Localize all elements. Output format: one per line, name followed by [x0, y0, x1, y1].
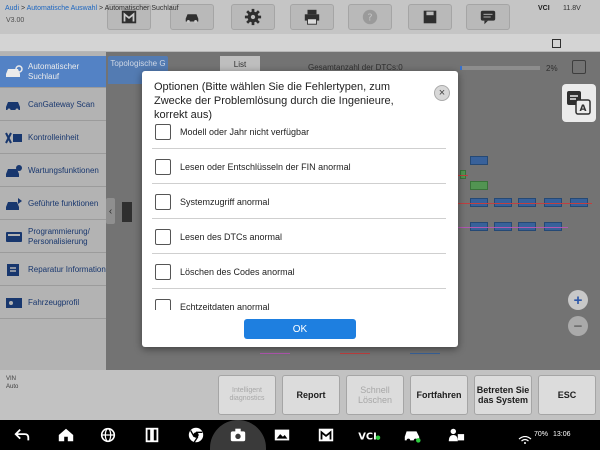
- option-checkbox[interactable]: [155, 123, 171, 140]
- option-label: Lesen des DTCs anormal: [180, 231, 283, 242]
- back-button[interactable]: [12, 425, 32, 445]
- options-list: Modell oder Jahr nicht verfügbar Lesen o…: [142, 115, 458, 310]
- svg-text:VCI: VCI: [358, 432, 377, 443]
- chrome-icon: [188, 427, 204, 443]
- recent-apps-icon: [145, 427, 159, 443]
- back-arrow-icon: [14, 428, 30, 441]
- option-label: Lesen oder Entschlüsseln der FIN anormal: [180, 161, 351, 172]
- option-row[interactable]: Echtzeitdaten anormal: [152, 290, 446, 310]
- option-label: Löschen des Codes anormal: [180, 266, 295, 277]
- remote-expert-button[interactable]: [446, 425, 466, 445]
- vci-icon: VCI: [358, 432, 381, 443]
- option-row[interactable]: Systemzugriff anormal: [152, 185, 446, 219]
- option-row[interactable]: Löschen des Codes anormal: [152, 255, 446, 289]
- wifi-icon: [518, 431, 532, 444]
- autel-home-nav-button[interactable]: [316, 425, 336, 445]
- option-checkbox[interactable]: [155, 193, 171, 210]
- home-icon: [58, 428, 74, 442]
- gallery-icon: [274, 429, 290, 441]
- car-icon: [404, 431, 421, 443]
- camera-icon: [230, 428, 246, 442]
- globe-icon: [100, 427, 116, 443]
- option-label: Modell oder Jahr nicht verfügbar: [180, 126, 310, 137]
- recent-apps-button[interactable]: [142, 425, 162, 445]
- home-nav-button[interactable]: [56, 425, 76, 445]
- vehicle-button[interactable]: [402, 425, 422, 445]
- option-label: Systemzugriff anormal: [180, 196, 270, 207]
- option-label: Echtzeitdaten anormal: [180, 302, 270, 310]
- screenshot-button[interactable]: [228, 425, 248, 445]
- options-dialog: Optionen (Bitte wählen Sie die Fehlertyp…: [142, 71, 458, 347]
- ok-button[interactable]: OK: [244, 319, 356, 339]
- option-checkbox[interactable]: [155, 158, 171, 175]
- option-row[interactable]: Lesen des DTCs anormal: [152, 220, 446, 254]
- vci-button[interactable]: VCI: [356, 425, 382, 445]
- system-nav-bar: [0, 420, 600, 450]
- option-checkbox[interactable]: [155, 263, 171, 280]
- autel-logo-icon: [318, 428, 334, 442]
- option-checkbox[interactable]: [155, 299, 171, 310]
- option-row[interactable]: Lesen oder Entschlüsseln der FIN anormal: [152, 150, 446, 184]
- chrome-button[interactable]: [186, 425, 206, 445]
- browser-button[interactable]: [98, 425, 118, 445]
- gallery-button[interactable]: [272, 425, 292, 445]
- option-row[interactable]: Modell oder Jahr nicht verfügbar: [152, 115, 446, 149]
- remote-expert-icon: [448, 428, 465, 442]
- option-checkbox[interactable]: [155, 228, 171, 245]
- clock: 13:06: [553, 431, 571, 438]
- battery-level: 70%: [534, 431, 549, 438]
- close-icon: ×: [438, 87, 446, 99]
- close-button[interactable]: ×: [434, 85, 450, 101]
